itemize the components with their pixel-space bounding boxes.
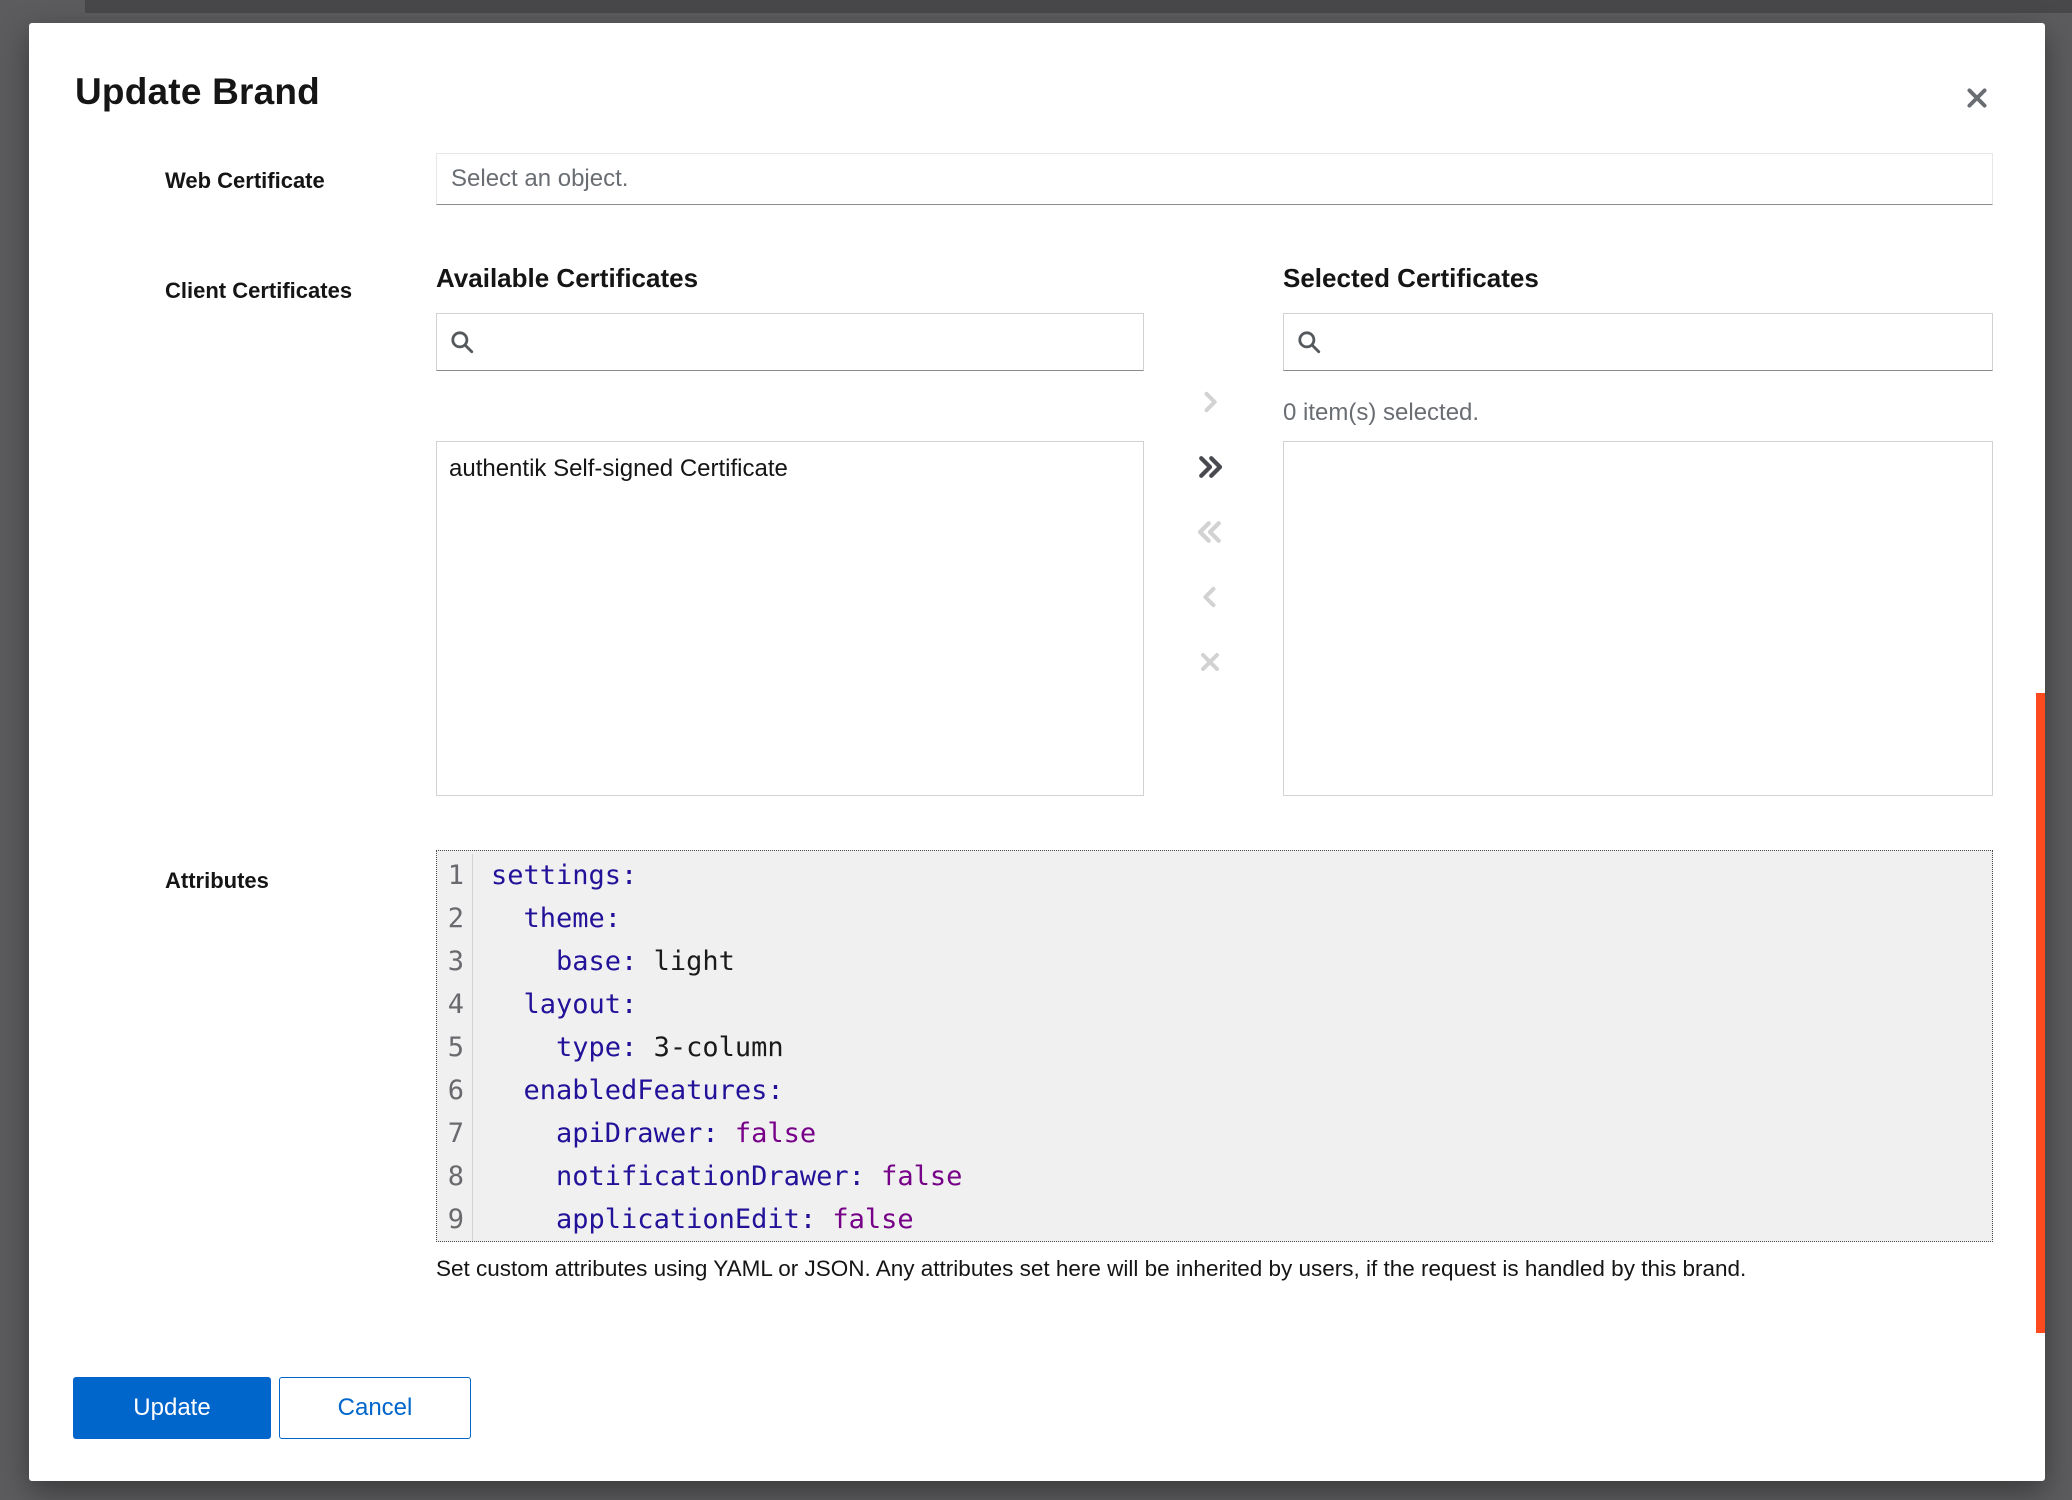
available-certificates-list: authentik Self-signed Certificate bbox=[436, 441, 1144, 796]
transfer-controls bbox=[1188, 380, 1232, 705]
code-line: base: light bbox=[491, 940, 1992, 983]
move-all-right-button[interactable] bbox=[1188, 445, 1232, 489]
modal-scrollbar-thumb[interactable] bbox=[2036, 693, 2045, 1333]
code-line: layout: bbox=[491, 983, 1992, 1026]
times-icon bbox=[1196, 648, 1224, 676]
angle-right-icon bbox=[1196, 388, 1224, 416]
code-line: apiDrawer: false bbox=[491, 1112, 1992, 1155]
available-certificates-heading: Available Certificates bbox=[436, 263, 698, 294]
attributes-label: Attributes bbox=[165, 868, 269, 894]
update-brand-modal: Update Brand Web Certificate Client Cert… bbox=[29, 23, 2045, 1481]
selected-search-box bbox=[1283, 313, 1993, 371]
clear-selected-button[interactable] bbox=[1188, 640, 1232, 684]
close-icon bbox=[1964, 85, 1990, 111]
available-search-box bbox=[436, 313, 1144, 371]
code-line: theme: bbox=[491, 897, 1992, 940]
search-icon bbox=[1296, 329, 1322, 355]
code-line: type: 3-column bbox=[491, 1026, 1992, 1069]
code-line: settings: bbox=[491, 854, 1992, 897]
move-all-left-button[interactable] bbox=[1188, 510, 1232, 554]
selected-count-status: 0 item(s) selected. bbox=[1283, 399, 1479, 427]
search-icon bbox=[449, 329, 475, 355]
angle-left-icon bbox=[1196, 583, 1224, 611]
client-certificates-label: Client Certificates bbox=[165, 278, 352, 304]
certificate-list-item[interactable]: authentik Self-signed Certificate bbox=[437, 442, 1143, 493]
code-line-numbers: 123456789 bbox=[437, 854, 473, 1241]
move-selected-right-button[interactable] bbox=[1188, 380, 1232, 424]
web-certificate-select-input[interactable] bbox=[436, 153, 1993, 205]
cancel-button[interactable]: Cancel bbox=[279, 1377, 471, 1439]
selected-search-input[interactable] bbox=[1332, 314, 1980, 370]
web-certificate-label: Web Certificate bbox=[165, 168, 325, 194]
attributes-code-editor[interactable]: 123456789 settings: theme: base: light l… bbox=[436, 850, 1993, 1242]
selected-certificates-list bbox=[1283, 441, 1993, 796]
modal-title: Update Brand bbox=[75, 71, 320, 113]
code-line: enabledFeatures: bbox=[491, 1069, 1992, 1112]
update-button[interactable]: Update bbox=[73, 1377, 271, 1439]
code-line: notificationDrawer: false bbox=[491, 1155, 1992, 1198]
move-selected-left-button[interactable] bbox=[1188, 575, 1232, 619]
page-behind-header bbox=[85, 0, 2072, 13]
angle-double-right-icon bbox=[1195, 452, 1225, 482]
angle-double-left-icon bbox=[1195, 517, 1225, 547]
attributes-help-text: Set custom attributes using YAML or JSON… bbox=[436, 1256, 1996, 1282]
code-content: settings: theme: base: light layout: typ… bbox=[473, 854, 1992, 1241]
selected-certificates-heading: Selected Certificates bbox=[1283, 263, 1539, 294]
available-search-input[interactable] bbox=[485, 314, 1131, 370]
modal-close-button[interactable] bbox=[1955, 76, 1999, 120]
code-line: applicationEdit: false bbox=[491, 1198, 1992, 1241]
